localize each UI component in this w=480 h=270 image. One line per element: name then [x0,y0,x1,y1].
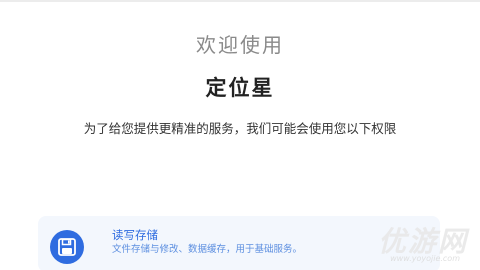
top-divider [0,0,480,2]
floppy-disk-icon [50,230,84,264]
permission-description: 为了给您提供更精准的服务，我们可能会使用您以下权限 [83,121,397,136]
app-name-title: 定位星 [205,76,275,100]
permission-dialog-screen: 欢迎使用 定位星 为了给您提供更精准的服务，我们可能会使用您以下权限 读写存储 … [0,0,480,270]
watermark-url: www.yoyojie.com [390,254,460,263]
welcome-heading: 欢迎使用 [196,33,284,57]
permission-detail: 文件存储与修改、数据缓存，用于基础服务。 [112,244,303,255]
permission-title: 读写存储 [112,228,158,242]
